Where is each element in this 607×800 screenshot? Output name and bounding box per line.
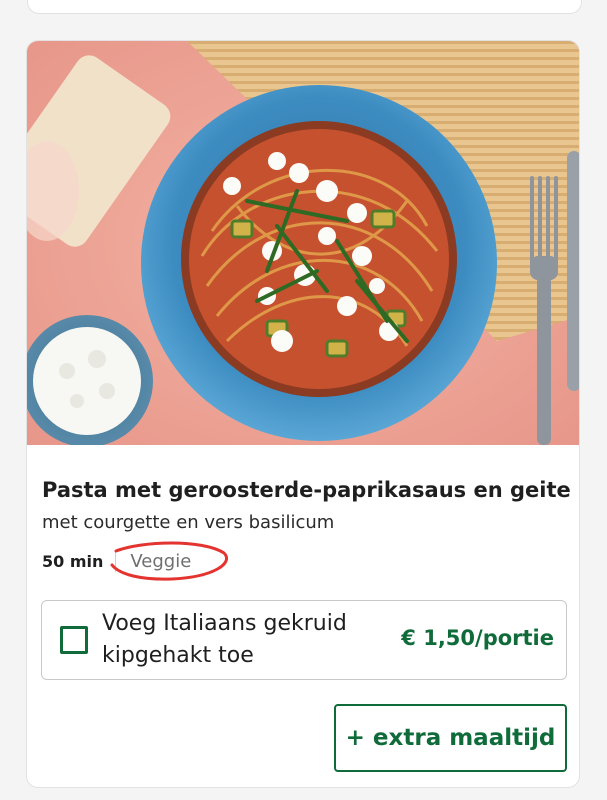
recipe-meta: 50 min Veggie bbox=[42, 541, 229, 581]
extra-meal-button[interactable]: + extra maaltijd bbox=[334, 704, 567, 772]
recipe-photo[interactable] bbox=[27, 41, 579, 445]
recipe-photo-illustration bbox=[27, 41, 579, 445]
addon-price: € 1,50/portie bbox=[401, 626, 554, 650]
veggie-tag: Veggie bbox=[130, 550, 192, 572]
previous-recipe-card[interactable] bbox=[27, 0, 582, 14]
meta-divider bbox=[115, 550, 117, 572]
addon-option[interactable]: Voeg Italiaans gekruid kipgehakt toe € 1… bbox=[41, 600, 567, 680]
addon-label: Voeg Italiaans gekruid kipgehakt toe bbox=[102, 611, 347, 668]
recipe-subtitle: met courgette en vers basilicum bbox=[42, 512, 335, 533]
addon-checkbox[interactable] bbox=[60, 626, 88, 654]
veggie-tag-wrapper: Veggie bbox=[110, 541, 229, 581]
prep-time: 50 min bbox=[42, 551, 104, 571]
recipe-title[interactable]: Pasta met geroosterde-paprikasaus en gei… bbox=[42, 478, 572, 502]
recipe-card[interactable]: Pasta met geroosterde-paprikasaus en gei… bbox=[26, 40, 580, 788]
